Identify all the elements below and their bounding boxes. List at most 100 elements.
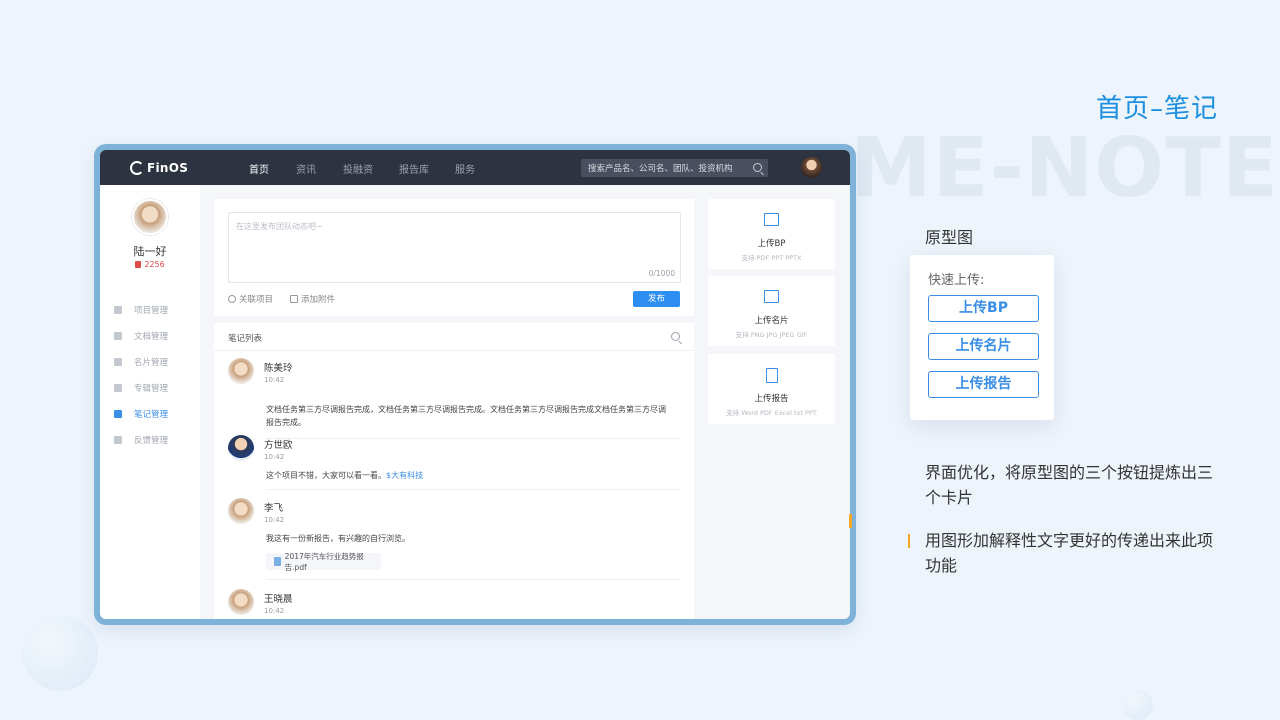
description-bullet-marker — [908, 534, 910, 548]
publish-button[interactable]: 发布 — [633, 291, 680, 307]
card-title: 上传报告 — [754, 394, 789, 404]
notes-list: 笔记列表 陈美玲 10:42 文档任务第三方尽调报告完成，文档任务第三方尽调报告… — [214, 323, 694, 619]
sidebar-item-feedback[interactable]: 反馈管理 — [114, 433, 194, 447]
attachment-name: 2017年汽车行业趋势报告.pdf — [284, 551, 364, 572]
note-text-body: 这个项目不错，大家可以看一看。 — [266, 471, 386, 480]
prototype-card: 快速上传: 上传BP 上传名片 上传报告 — [910, 255, 1054, 420]
slide-title: 首页–笔记 — [1095, 94, 1218, 124]
top-navbar: FinOS 首页 资讯 投融资 报告库 服务 搜索产品名、公司名、团队、投资机构 — [100, 150, 850, 185]
pdf-icon — [274, 557, 281, 566]
app-screen: FinOS 首页 资讯 投融资 报告库 服务 搜索产品名、公司名、团队、投资机构… — [100, 150, 850, 619]
sidebar-item-label: 笔记管理 — [134, 410, 169, 420]
sidebar-item-projects[interactable]: 项目管理 — [114, 303, 194, 317]
note-avatar[interactable] — [228, 498, 254, 524]
post-input[interactable]: 在这里发布团队动态吧~ 0/1000 — [228, 212, 681, 283]
note-time: 10:42 — [264, 516, 285, 524]
upload-business-card-card[interactable]: 上传名片 支持.PNG JPG JPEG GIF — [708, 276, 835, 346]
profile-name: 陆一好 — [133, 245, 167, 258]
nav-home[interactable]: 首页 — [249, 161, 269, 176]
prototype-upload-bp-button[interactable]: 上传BP — [928, 295, 1039, 322]
sidebar-item-documents[interactable]: 文档管理 — [114, 329, 194, 343]
coin-icon — [135, 261, 142, 268]
search-icon[interactable] — [753, 163, 762, 172]
sidebar-item-label: 反馈管理 — [134, 436, 169, 446]
post-composer: 在这里发布团队动态吧~ 0/1000 关联项目 添加附件 发布 — [214, 199, 694, 316]
prototype-upload-report-button[interactable]: 上传报告 — [928, 371, 1039, 398]
note-icon — [114, 410, 122, 418]
note-avatar[interactable] — [228, 435, 254, 461]
sidebar: 陆一好 2256 项目管理 文档管理 名片管理 专辑管理 笔记管理 反馈管理 — [100, 185, 200, 619]
divider — [214, 350, 694, 351]
nav-services[interactable]: 服务 — [455, 161, 475, 176]
note-author[interactable]: 李飞 — [264, 500, 283, 514]
char-counter: 0/1000 — [648, 269, 675, 278]
description-explanation: 用图形加解释性文字更好的传递出来此项功能 — [925, 531, 1214, 575]
sidebar-item-label: 专辑管理 — [134, 384, 169, 394]
card-formats: 支持.PNG JPG JPEG GIF — [735, 331, 808, 339]
notes-search-icon[interactable] — [671, 332, 680, 341]
note-text: 文档任务第三方尽调报告完成，文档任务第三方尽调报告完成。文档任务第三方尽调报告完… — [266, 405, 666, 427]
notes-list-title: 笔记列表 — [228, 334, 263, 344]
card-formats: 支持.Word PDF Excel txt PPT — [726, 409, 817, 417]
profile-points: 2256 — [100, 260, 200, 269]
note-time: 10:42 — [264, 453, 285, 461]
logo-text: FinOS — [147, 161, 189, 175]
folder-icon — [114, 332, 122, 340]
logo-icon — [130, 161, 144, 175]
sidebar-item-label: 名片管理 — [134, 358, 169, 368]
company-tag-link[interactable]: $大有科技 — [386, 471, 423, 480]
accent-tick — [849, 514, 852, 528]
device-frame: FinOS 首页 资讯 投融资 报告库 服务 搜索产品名、公司名、团队、投资机构… — [94, 144, 856, 625]
note-text: 我这有一份新报告，有兴趣的自行浏览。 — [266, 534, 410, 543]
note-divider — [266, 438, 680, 439]
link-project-label: 关联项目 — [239, 295, 274, 305]
search-placeholder: 搜索产品名、公司名、团队、投资机构 — [588, 164, 733, 174]
decorative-circle — [22, 615, 98, 691]
folder-icon — [764, 213, 779, 226]
note-author[interactable]: 陈美玲 — [264, 360, 293, 374]
image-icon — [764, 290, 779, 303]
chat-icon — [114, 436, 122, 444]
search-input[interactable]: 搜索产品名、公司名、团队、投资机构 — [581, 159, 768, 177]
nav-report-library[interactable]: 报告库 — [399, 161, 429, 176]
add-attachment-button[interactable]: 添加附件 — [290, 293, 335, 305]
note-time: 10:42 — [264, 607, 285, 615]
link-project-button[interactable]: 关联项目 — [228, 293, 273, 305]
note-avatar[interactable] — [228, 358, 254, 384]
note-author[interactable]: 王晓晨 — [264, 591, 293, 605]
prototype-label: 原型图 — [925, 228, 974, 247]
note-author[interactable]: 方世欧 — [264, 437, 293, 451]
link-icon — [228, 295, 236, 303]
sidebar-item-albums[interactable]: 专辑管理 — [114, 381, 194, 395]
grid-icon — [114, 384, 122, 392]
note-time: 10:42 — [264, 376, 285, 384]
card-formats: 支持.PDF PPT PPTX — [741, 254, 802, 262]
upload-report-card[interactable]: 上传报告 支持.Word PDF Excel txt PPT — [708, 354, 835, 424]
prototype-upload-card-button[interactable]: 上传名片 — [928, 333, 1039, 360]
note-divider — [266, 579, 680, 580]
sidebar-item-label: 项目管理 — [134, 306, 169, 316]
background-watermark: ME-NOTE — [850, 121, 1279, 216]
attachment-icon — [290, 295, 298, 303]
finos-logo[interactable]: FinOS — [130, 159, 188, 177]
post-placeholder: 在这里发布团队动态吧~ — [236, 222, 323, 231]
note-avatar[interactable] — [228, 589, 254, 615]
profile-avatar[interactable] — [132, 199, 168, 235]
description-optimization: 界面优化，将原型图的三个按钮提炼出三个卡片 — [925, 463, 1214, 507]
sidebar-item-notes[interactable]: 笔记管理 — [114, 407, 194, 421]
sidebar-item-cards[interactable]: 名片管理 — [114, 355, 194, 369]
list-icon — [114, 306, 122, 314]
note-text: 这个项目不错，大家可以看一看。$大有科技 — [266, 469, 666, 482]
card-title: 上传名片 — [754, 316, 789, 326]
card-title: 上传BP — [757, 239, 786, 249]
user-avatar[interactable] — [801, 157, 822, 178]
add-attachment-label: 添加附件 — [301, 295, 336, 305]
upload-bp-card[interactable]: 上传BP 支持.PDF PPT PPTX — [708, 199, 835, 269]
points-value: 2256 — [144, 260, 165, 269]
sidebar-item-label: 文档管理 — [134, 332, 169, 342]
pdf-attachment[interactable]: 2017年汽车行业趋势报告.pdf — [266, 551, 381, 572]
card-icon — [114, 358, 122, 366]
nav-news[interactable]: 资讯 — [296, 161, 316, 176]
nav-investment[interactable]: 投融资 — [343, 161, 373, 176]
note-divider — [266, 489, 680, 490]
